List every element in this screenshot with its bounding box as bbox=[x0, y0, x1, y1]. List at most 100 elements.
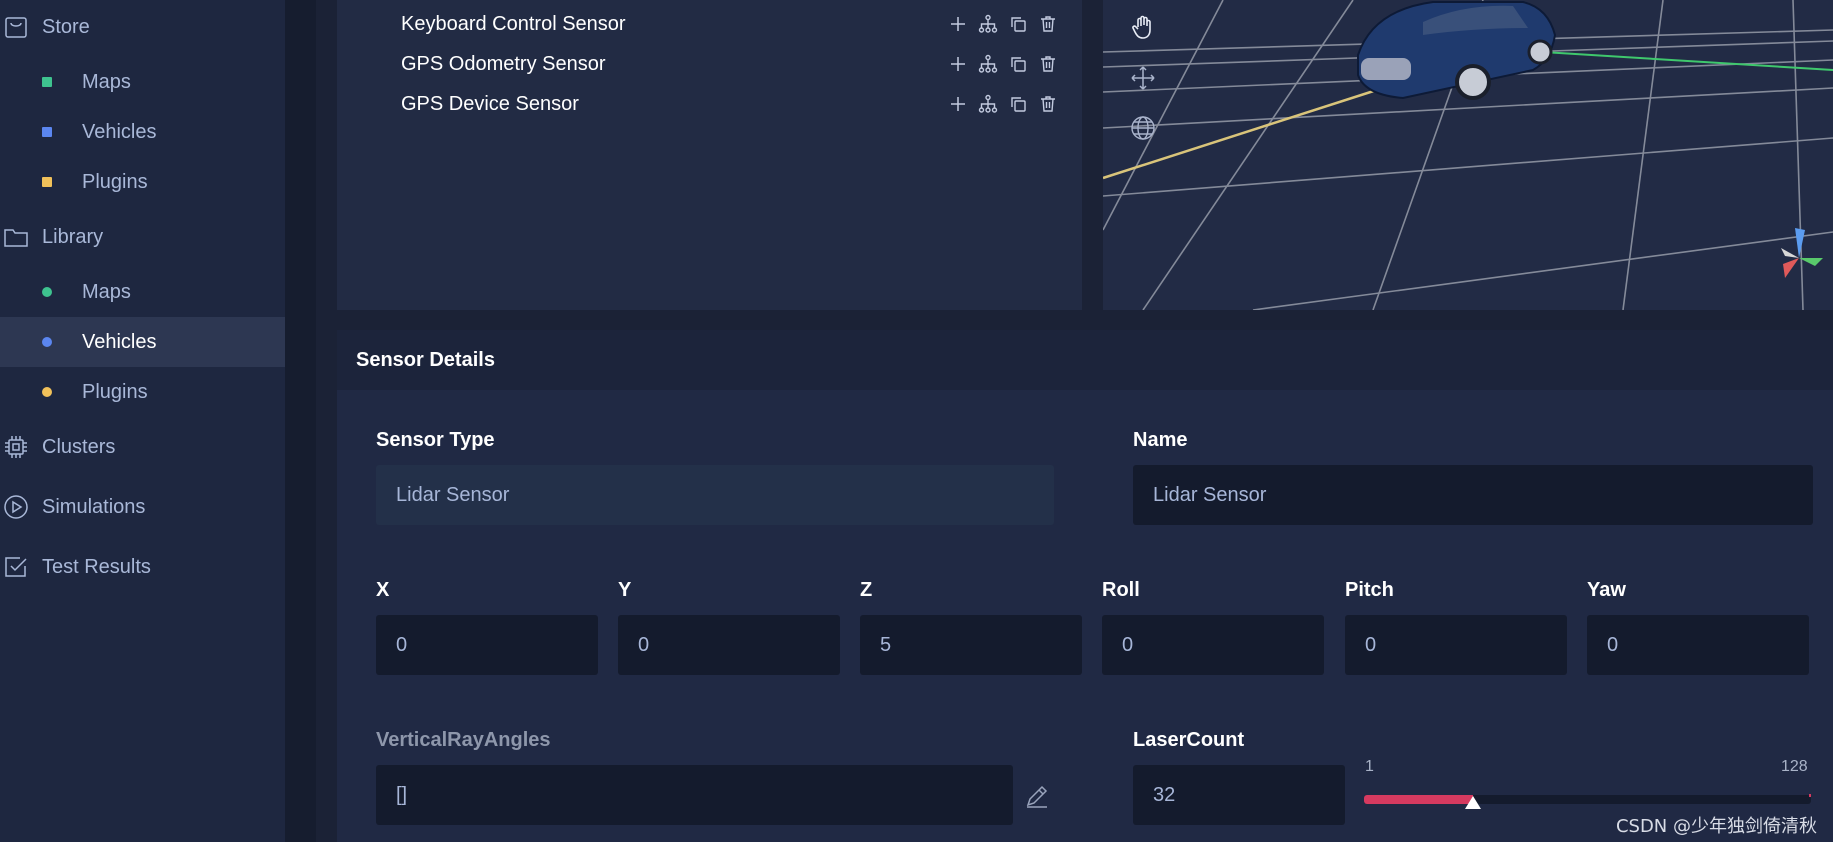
plugins-marker bbox=[42, 387, 52, 397]
name-label: Name bbox=[1133, 429, 1188, 451]
tree-row[interactable]: GPS Odometry Sensor bbox=[337, 44, 1082, 84]
copy-icon[interactable] bbox=[1007, 94, 1028, 115]
vertical-ray-angles-input[interactable]: [] bbox=[376, 765, 1013, 825]
roll-label: Roll bbox=[1102, 579, 1140, 601]
copy-icon[interactable] bbox=[1007, 14, 1028, 35]
tree-row-label: Keyboard Control Sensor bbox=[401, 12, 626, 35]
hand-icon[interactable] bbox=[1127, 11, 1159, 43]
trash-icon[interactable] bbox=[1037, 94, 1058, 115]
x-value: 0 bbox=[396, 633, 408, 656]
tree-row-actions bbox=[947, 14, 1058, 35]
pitch-value: 0 bbox=[1365, 633, 1377, 656]
plus-icon[interactable] bbox=[947, 94, 968, 115]
tree-row-label: GPS Odometry Sensor bbox=[401, 52, 606, 75]
nav-clusters-label: Clusters bbox=[42, 435, 116, 458]
laser-count-slider-thumb[interactable] bbox=[1465, 796, 1481, 809]
nav-store-label: Store bbox=[42, 15, 90, 38]
move-icon[interactable] bbox=[1127, 62, 1159, 94]
slider-max-label: 128 bbox=[1781, 758, 1808, 775]
folder-icon bbox=[2, 223, 30, 251]
pitch-input[interactable]: 0 bbox=[1345, 615, 1567, 675]
nav-item-label: Vehicles bbox=[82, 330, 157, 353]
nav-store-vehicles[interactable]: Vehicles bbox=[0, 107, 285, 157]
nav-library-label: Library bbox=[42, 225, 104, 248]
nav-library[interactable]: Library bbox=[0, 212, 285, 262]
y-value: 0 bbox=[638, 633, 650, 656]
car-model bbox=[1357, 0, 1557, 100]
roll-value: 0 bbox=[1122, 633, 1134, 656]
tree-row[interactable]: GPS Device Sensor bbox=[337, 84, 1082, 124]
hierarchy-icon[interactable] bbox=[977, 14, 998, 35]
globe-icon[interactable] bbox=[1127, 112, 1159, 144]
nav-store-plugins[interactable]: Plugins bbox=[0, 157, 285, 207]
nav-library-maps[interactable]: Maps bbox=[0, 267, 285, 317]
sensor-details-panel: Sensor Details Sensor Type Lidar Sensor … bbox=[337, 330, 1833, 842]
3d-viewport[interactable] bbox=[1103, 0, 1833, 310]
nav-clusters[interactable]: Clusters bbox=[0, 422, 285, 472]
name-input[interactable]: Lidar Sensor bbox=[1133, 465, 1813, 525]
nav-library-vehicles[interactable]: Vehicles bbox=[0, 317, 285, 367]
name-value: Lidar Sensor bbox=[1153, 483, 1267, 506]
play-circle-icon bbox=[2, 493, 30, 521]
vehicles-marker bbox=[42, 337, 52, 347]
vertical-ray-angles-label: VerticalRayAngles bbox=[376, 729, 551, 751]
sidebar-gutter bbox=[285, 0, 316, 842]
x-input[interactable]: 0 bbox=[376, 615, 598, 675]
y-label: Y bbox=[618, 579, 632, 601]
nav-store[interactable]: Store bbox=[0, 2, 285, 52]
nav-library-plugins[interactable]: Plugins bbox=[0, 367, 285, 417]
sensor-details-header: Sensor Details bbox=[337, 330, 1833, 390]
sensor-type-label: Sensor Type bbox=[376, 429, 495, 451]
viewport-scene bbox=[1103, 0, 1833, 310]
y-input[interactable]: 0 bbox=[618, 615, 840, 675]
tree-row-actions bbox=[947, 94, 1058, 115]
maps-marker bbox=[42, 287, 52, 297]
z-label: Z bbox=[860, 579, 873, 601]
tree-row-label: GPS Device Sensor bbox=[401, 92, 579, 115]
nav-item-label: Maps bbox=[82, 280, 131, 303]
pencil-icon[interactable] bbox=[1023, 782, 1051, 810]
yaw-label: Yaw bbox=[1587, 579, 1626, 601]
shopping-bag-icon bbox=[2, 13, 30, 41]
nav-simulations[interactable]: Simulations bbox=[0, 482, 285, 532]
laser-count-input[interactable]: 32 bbox=[1133, 765, 1345, 825]
roll-input[interactable]: 0 bbox=[1102, 615, 1324, 675]
trash-icon[interactable] bbox=[1037, 54, 1058, 75]
slider-end-marker bbox=[1809, 794, 1811, 797]
hierarchy-icon[interactable] bbox=[977, 94, 998, 115]
nav-store-maps[interactable]: Maps bbox=[0, 57, 285, 107]
sensor-details-title: Sensor Details bbox=[356, 348, 495, 371]
sensor-tree-panel: Keyboard Control Sensor GPS Odometry Sen… bbox=[337, 0, 1082, 310]
sidebar: Store Maps Vehicles Plugins Library Maps… bbox=[0, 0, 285, 842]
pitch-label: Pitch bbox=[1345, 579, 1394, 601]
nav-item-label: Plugins bbox=[82, 380, 148, 403]
plus-icon[interactable] bbox=[947, 54, 968, 75]
nav-simulations-label: Simulations bbox=[42, 495, 146, 518]
x-label: X bbox=[376, 579, 390, 601]
nav-test-results-label: Test Results bbox=[42, 555, 151, 578]
nav-item-label: Vehicles bbox=[82, 120, 157, 143]
tree-row[interactable]: Keyboard Control Sensor bbox=[337, 4, 1082, 44]
tree-row-actions bbox=[947, 54, 1058, 75]
slider-min-label: 1 bbox=[1365, 758, 1374, 775]
checkbox-icon bbox=[2, 553, 30, 581]
trash-icon[interactable] bbox=[1037, 14, 1058, 35]
yaw-value: 0 bbox=[1607, 633, 1619, 656]
plugins-marker bbox=[42, 177, 52, 187]
watermark: CSDN @少年独剑倚清秋 bbox=[1615, 816, 1817, 837]
vertical-ray-angles-value: [] bbox=[396, 783, 408, 806]
z-input[interactable]: 5 bbox=[860, 615, 1082, 675]
sensor-type-value: Lidar Sensor bbox=[396, 483, 510, 506]
chip-icon bbox=[2, 433, 30, 461]
laser-count-label: LaserCount bbox=[1133, 729, 1245, 751]
nav-test-results[interactable]: Test Results bbox=[0, 542, 285, 592]
plus-icon[interactable] bbox=[947, 14, 968, 35]
z-value: 5 bbox=[880, 633, 892, 656]
sensor-type-field: Lidar Sensor bbox=[376, 465, 1054, 525]
nav-item-label: Plugins bbox=[82, 170, 148, 193]
vehicles-marker bbox=[42, 127, 52, 137]
copy-icon[interactable] bbox=[1007, 54, 1028, 75]
laser-count-slider-fill bbox=[1364, 795, 1473, 804]
yaw-input[interactable]: 0 bbox=[1587, 615, 1809, 675]
hierarchy-icon[interactable] bbox=[977, 54, 998, 75]
